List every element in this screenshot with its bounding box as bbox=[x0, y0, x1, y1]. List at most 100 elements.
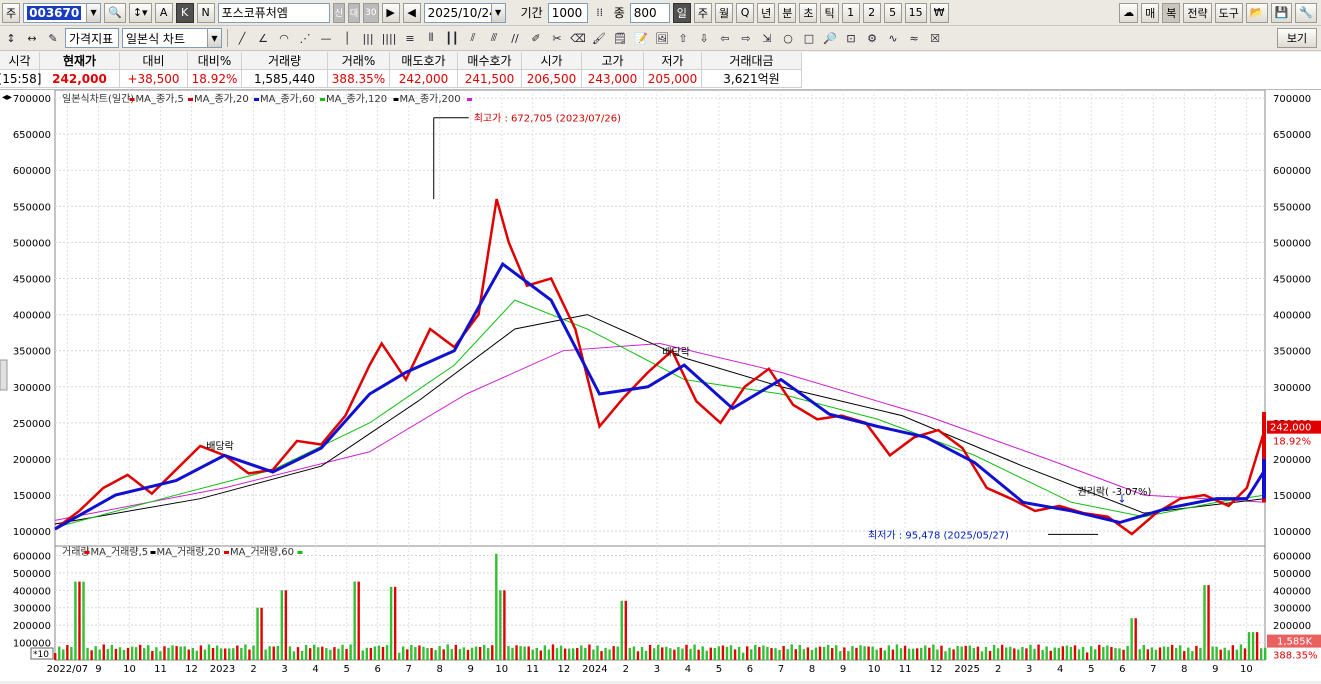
rect-icon[interactable]: □ bbox=[800, 29, 818, 47]
volume-bar bbox=[191, 648, 194, 660]
volume-bar bbox=[175, 646, 178, 660]
volume-bar bbox=[122, 649, 126, 660]
channel-icon[interactable]: ⫽ bbox=[464, 29, 482, 47]
note-icon[interactable]: 🗒 bbox=[611, 29, 629, 47]
volume-bar bbox=[996, 648, 1000, 660]
period-lines-icon[interactable]: ⫴ bbox=[422, 29, 440, 47]
crosshair-icon[interactable]: ⁞⁞ bbox=[591, 4, 609, 22]
zoom-icon[interactable]: 🔎 bbox=[821, 29, 839, 47]
chart-area[interactable]: 100000 100000 150000 150000 200000 200000 2500… bbox=[0, 89, 1321, 681]
count-input[interactable]: 800 bbox=[629, 2, 670, 23]
chevron-down-icon[interactable]: ▼ bbox=[207, 29, 221, 47]
arrow-up-down-icon[interactable]: ↕ bbox=[2, 29, 20, 47]
interval-5[interactable]: 5 bbox=[883, 2, 902, 23]
x-tick-label: 9 bbox=[840, 664, 846, 675]
tools-button[interactable]: 도구 bbox=[1214, 2, 1243, 23]
prev-icon[interactable]: ◀ bbox=[402, 2, 421, 23]
pitchfork-icon[interactable]: ⫻ bbox=[485, 29, 503, 47]
arrow-left-right-icon[interactable]: ↔ bbox=[23, 29, 41, 47]
period-input[interactable]: 1000 bbox=[547, 2, 588, 23]
strategy-button[interactable]: 전략 bbox=[1183, 2, 1212, 23]
play-icon[interactable]: ▶ bbox=[381, 2, 400, 23]
interval-tick[interactable]: 틱 bbox=[820, 2, 839, 23]
volume-bar bbox=[228, 648, 231, 660]
fib-icon[interactable]: ≡ bbox=[401, 29, 419, 47]
delete-icon[interactable]: ☒ bbox=[926, 29, 944, 47]
zoom-select-icon[interactable]: ⊡ bbox=[842, 29, 860, 47]
volume-bar bbox=[102, 644, 105, 660]
volume-bar bbox=[883, 650, 886, 660]
interval-day[interactable]: 일 bbox=[672, 2, 691, 23]
volume-legend-item: MA_거래량,60 bbox=[230, 546, 294, 558]
chart-type-combo[interactable]: 일본식 차트 ▼ bbox=[122, 28, 222, 48]
sort-icon[interactable]: ↕▾ bbox=[128, 2, 152, 23]
bars-icon[interactable]: ┃┃ bbox=[443, 29, 461, 47]
arrow-left-icon[interactable]: ⇦ bbox=[716, 29, 734, 47]
parallel-icon[interactable]: // bbox=[506, 29, 524, 47]
interval-2[interactable]: 2 bbox=[862, 2, 881, 23]
folder-icon[interactable]: 📂 bbox=[1245, 2, 1268, 23]
stock-code-combo[interactable]: 003670 ▼ bbox=[23, 2, 102, 23]
volume-bar bbox=[1239, 644, 1243, 660]
vline-icon[interactable]: │ bbox=[338, 29, 356, 47]
btn-mae[interactable]: 매 bbox=[1141, 2, 1160, 23]
stock-name[interactable]: 포스코퓨처엠 bbox=[217, 2, 330, 23]
chevron-down-icon[interactable]: ▼ bbox=[86, 3, 101, 22]
stock-chart[interactable]: 100000 100000150000 150000200000 2000002500… bbox=[0, 89, 1321, 681]
interval-1[interactable]: 1 bbox=[841, 2, 860, 23]
grid-lines-icon-2[interactable]: |||| bbox=[380, 29, 398, 47]
eraser-icon[interactable]: ⌫ bbox=[569, 29, 587, 47]
market-prefix[interactable]: 주 bbox=[2, 2, 21, 23]
arrow-right-icon[interactable]: ⇨ bbox=[737, 29, 755, 47]
chevron-down-icon[interactable]: ▼ bbox=[490, 3, 505, 22]
btn-bok[interactable]: 복 bbox=[1162, 2, 1181, 23]
view-button[interactable]: 보기 bbox=[1277, 28, 1317, 48]
won-icon[interactable]: ₩ bbox=[929, 2, 949, 23]
volume-scale-note: *10 bbox=[33, 650, 49, 660]
btn-k[interactable]: K bbox=[175, 2, 194, 23]
arrow-down-icon[interactable]: ⇩ bbox=[695, 29, 713, 47]
paint-icon[interactable]: 🖌 bbox=[590, 29, 608, 47]
fan-icon[interactable]: ⋰ bbox=[296, 29, 314, 47]
date-combo[interactable]: 2025/10/24 ▼ bbox=[423, 2, 506, 23]
count-label: 종 bbox=[613, 6, 625, 20]
interval-quarter[interactable]: Q bbox=[736, 2, 755, 23]
save-icon[interactable]: 💾 bbox=[1270, 2, 1293, 23]
legend-swatch bbox=[224, 551, 229, 554]
quote-ask: 242,000 bbox=[390, 70, 458, 88]
wrench-icon[interactable]: 🔧 bbox=[1295, 2, 1317, 23]
cloud-icon[interactable]: ☁ bbox=[1119, 2, 1139, 23]
settings-icon[interactable]: ⚙ bbox=[863, 29, 881, 47]
pen-icon[interactable]: ✐ bbox=[527, 29, 545, 47]
interval-week[interactable]: 주 bbox=[693, 2, 712, 23]
price-indicator-button[interactable]: 가격지표 bbox=[65, 28, 119, 48]
stock-code[interactable]: 003670 bbox=[27, 5, 82, 20]
volume-bar bbox=[1017, 649, 1020, 660]
arc-icon[interactable]: ◠ bbox=[275, 29, 293, 47]
interval-15[interactable]: 15 bbox=[904, 2, 927, 23]
wave-icon[interactable]: ∿ bbox=[884, 29, 902, 47]
interval-second[interactable]: 초 bbox=[799, 2, 818, 23]
interval-minute[interactable]: 분 bbox=[778, 2, 797, 23]
grid-lines-icon[interactable]: ||| bbox=[359, 29, 377, 47]
badge-sin: 신 bbox=[332, 2, 345, 23]
circle-icon[interactable]: ○ bbox=[779, 29, 797, 47]
arrow-up-icon[interactable]: ⇧ bbox=[674, 29, 692, 47]
image-icon[interactable]: 🖼 bbox=[653, 29, 671, 47]
volume-bar bbox=[830, 648, 834, 660]
btn-n[interactable]: N bbox=[196, 2, 215, 23]
hline-icon[interactable]: — bbox=[317, 29, 335, 47]
period-label: 기간 bbox=[520, 6, 543, 20]
search-icon[interactable]: 🔍 bbox=[104, 2, 126, 23]
btn-a[interactable]: A bbox=[154, 2, 173, 23]
wave-icon-2[interactable]: ≈ bbox=[905, 29, 923, 47]
tools-icon[interactable]: ✂ bbox=[548, 29, 566, 47]
trendline-icon[interactable]: ╱ bbox=[233, 29, 251, 47]
edit-icon[interactable]: ✎ bbox=[44, 29, 62, 47]
export-icon[interactable]: ⇲ bbox=[758, 29, 776, 47]
doc-edit-icon[interactable]: 📝 bbox=[632, 29, 650, 47]
interval-year[interactable]: 년 bbox=[757, 2, 776, 23]
volume-bar bbox=[1203, 585, 1206, 660]
interval-month[interactable]: 월 bbox=[714, 2, 734, 23]
angle-icon[interactable]: ∠ bbox=[254, 29, 272, 47]
